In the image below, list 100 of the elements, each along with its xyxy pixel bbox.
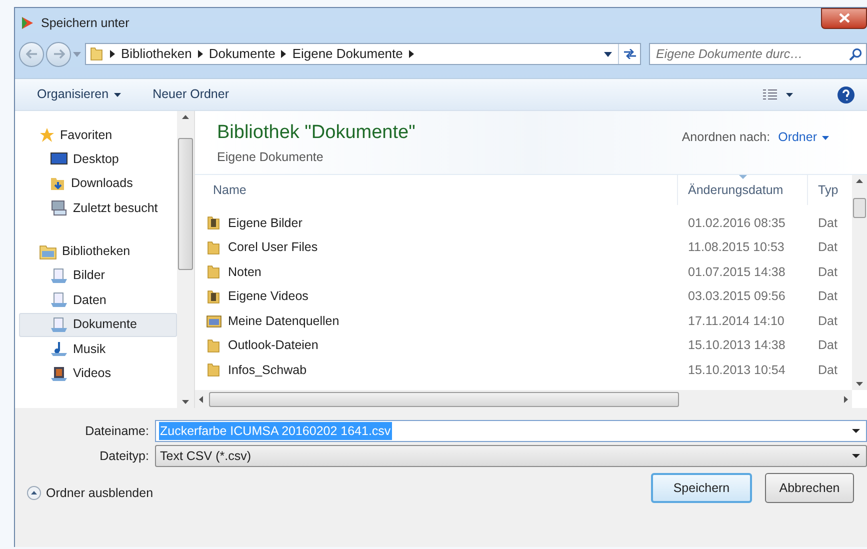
sidebar-item[interactable]: Videos xyxy=(19,362,177,386)
window-title: Speichern unter xyxy=(41,14,130,32)
sidebar-item[interactable]: Downloads xyxy=(19,172,177,196)
breadcrumb-arrow-icon[interactable] xyxy=(110,50,115,58)
dropdown-caret-icon xyxy=(852,429,860,433)
caret-icon xyxy=(114,92,121,96)
breadcrumb[interactable]: Eigene Dokumente xyxy=(292,44,403,64)
column-header[interactable]: Name xyxy=(203,175,678,205)
folder-icon xyxy=(206,215,222,232)
sidebar-scrollbar[interactable] xyxy=(177,111,195,408)
arrange-by-dropdown[interactable]: Ordner xyxy=(778,128,829,147)
library-item-icon xyxy=(50,292,68,308)
search-field[interactable]: Eigene Dokumente durc… xyxy=(649,43,867,65)
close-icon xyxy=(838,13,850,23)
organize-menu[interactable]: Organisieren xyxy=(37,85,121,104)
address-bar[interactable]: Bibliotheken Dokumente Eigene Dokumente xyxy=(85,43,641,65)
library-icon xyxy=(39,244,57,260)
column-header[interactable]: Typ xyxy=(808,175,852,205)
folder-icon xyxy=(206,338,222,354)
scroll-right-icon xyxy=(844,396,848,402)
type-cell-text: Dat xyxy=(817,312,838,330)
type-cell-text: Dat xyxy=(817,362,838,379)
filename-label: Dateiname: xyxy=(84,422,150,440)
hide-folders-toggle[interactable]: Ordner ausblenden xyxy=(27,484,154,502)
monitor-icon xyxy=(50,152,68,166)
dialog-button[interactable]: Speichern xyxy=(651,473,752,503)
breadcrumb-arrow-icon[interactable] xyxy=(198,50,203,58)
details-view-icon xyxy=(762,88,778,100)
column-header[interactable]: Änderungsdatum xyxy=(678,175,808,205)
folder-icon xyxy=(90,47,104,61)
file-name[interactable]: Infos_Schwab xyxy=(203,360,678,380)
collapse-icon xyxy=(27,486,41,500)
type-cell-text: Dat xyxy=(817,337,838,354)
scroll-down-icon xyxy=(856,382,863,386)
filetype-dropdown[interactable]: Text CSV (*.csv) xyxy=(155,445,867,467)
file-name[interactable]: Eigene Bilder xyxy=(203,214,678,233)
library-title: Bibliothek "Dokumente" xyxy=(217,121,416,145)
file-name[interactable]: Meine Datenquellen xyxy=(203,312,678,331)
file-name[interactable]: Outlook-Dateien xyxy=(203,336,678,356)
arrange-by-label: Anordnen nach: xyxy=(682,129,770,146)
date-cell-text: 17.11.2014 14:10 xyxy=(687,312,786,330)
type-cell-text: Dat xyxy=(817,214,838,232)
caret-icon xyxy=(822,136,829,140)
date-cell-text: 15.10.2013 14:38 xyxy=(687,337,786,354)
file-name[interactable]: Noten xyxy=(203,262,678,282)
new-folder-button[interactable]: Neuer Ordner xyxy=(152,85,230,104)
view-options-button[interactable] xyxy=(762,88,793,100)
dialog-button[interactable]: Abbrechen xyxy=(765,473,854,503)
horizontal-scrollbar[interactable] xyxy=(195,390,852,408)
filename-value: Zuckerfarbe ICUMSA 20160202 1641.csv xyxy=(159,422,392,440)
folder-icon xyxy=(206,288,222,305)
search-icon xyxy=(849,48,862,60)
scroll-up-icon xyxy=(182,115,189,119)
scroll-thumb[interactable] xyxy=(178,138,193,270)
dropdown-caret-icon xyxy=(852,454,860,458)
filetype-label: Dateityp: xyxy=(98,448,150,465)
sidebar-item[interactable]: Daten xyxy=(19,288,177,312)
history-caret-icon xyxy=(73,52,81,56)
folder-icon xyxy=(206,240,222,256)
close-button[interactable] xyxy=(821,8,867,28)
date-cell-text: 03.03.2015 09:56 xyxy=(687,288,786,306)
folder-icon xyxy=(206,362,222,378)
search-input[interactable]: Eigene Dokumente durc… xyxy=(656,44,849,64)
sidebar-group[interactable]: Favoriten xyxy=(19,123,177,147)
sidebar-item[interactable]: Zuletzt besucht xyxy=(19,196,177,220)
breadcrumb[interactable]: Dokumente xyxy=(208,44,276,64)
app-icon xyxy=(19,15,35,31)
list-scrollbar[interactable] xyxy=(852,175,867,390)
sidebar-item[interactable]: Musik xyxy=(19,337,177,362)
scroll-down-icon xyxy=(182,400,189,404)
caret-icon xyxy=(786,92,793,96)
date-cell-text: 11.08.2015 10:53 xyxy=(687,239,786,256)
scroll-thumb[interactable] xyxy=(853,198,866,218)
sidebar-item[interactable]: Desktop xyxy=(19,147,177,172)
refresh-arrows-icon xyxy=(622,49,636,59)
breadcrumb-arrow-icon[interactable] xyxy=(281,50,286,58)
type-cell-text: Dat xyxy=(817,264,838,281)
date-cell-text: 01.07.2015 14:38 xyxy=(687,264,786,281)
file-name[interactable]: Corel User Files xyxy=(203,238,678,258)
help-icon[interactable] xyxy=(837,86,855,104)
music-note-icon xyxy=(50,341,68,358)
breadcrumb-arrow-icon[interactable] xyxy=(408,50,414,58)
folder-icon xyxy=(206,313,222,330)
folder-icon xyxy=(206,264,222,280)
sidebar-item[interactable]: Bilder xyxy=(19,264,177,288)
sort-arrow-icon xyxy=(738,175,746,179)
scroll-thumb[interactable] xyxy=(209,392,679,406)
scroll-left-icon xyxy=(199,396,203,402)
type-cell-text: Dat xyxy=(817,239,838,256)
date-cell-text: 01.02.2016 08:35 xyxy=(687,214,786,232)
dropdown-caret-icon[interactable] xyxy=(604,52,612,56)
download-folder-icon xyxy=(50,176,66,192)
film-icon xyxy=(50,366,68,382)
sidebar-item[interactable]: Dokumente xyxy=(19,312,177,337)
library-subtitle: Eigene Dokumente xyxy=(217,148,324,166)
breadcrumb[interactable]: Bibliotheken xyxy=(121,44,192,64)
sidebar-group[interactable]: Bibliotheken xyxy=(19,240,177,264)
scroll-up-icon xyxy=(856,179,863,183)
type-cell-text: Dat xyxy=(817,288,838,306)
file-name[interactable]: Eigene Videos xyxy=(203,287,678,306)
